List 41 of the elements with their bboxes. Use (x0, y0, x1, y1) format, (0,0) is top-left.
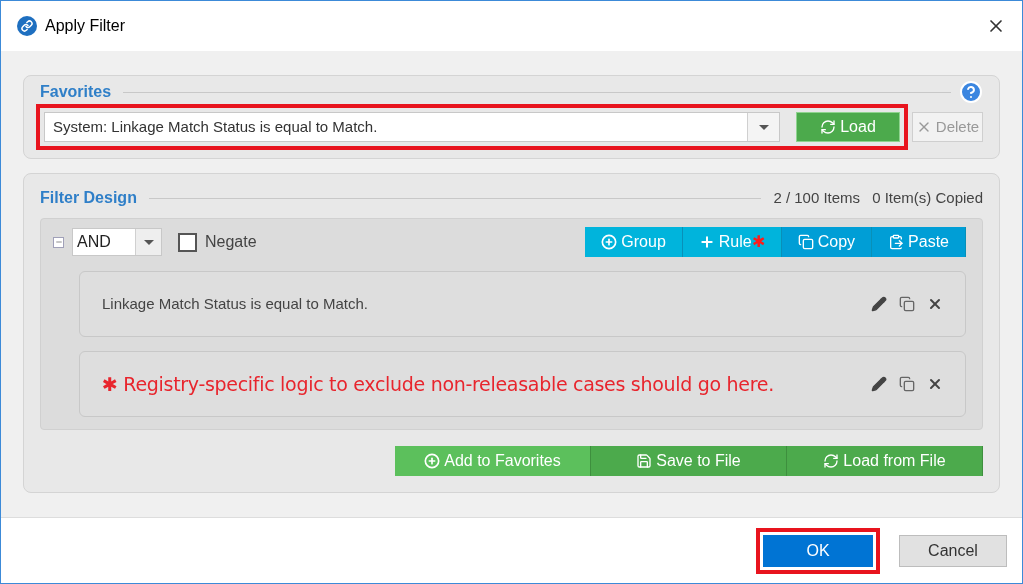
edit-icon[interactable] (871, 376, 887, 392)
favorites-dropdown[interactable]: System: Linkage Match Status is equal to Match. (44, 112, 780, 142)
placeholder-text: ✱ Registry-specific logic to exclude non-releasable cases should go here. (102, 371, 775, 397)
negate-checkbox[interactable] (178, 232, 197, 252)
rule-text: Linkage Match Status is equal to Match. (102, 293, 369, 314)
file-button[interactable]: Load from File (787, 446, 983, 476)
section-legend: Favorites (40, 80, 112, 104)
plus-circle-icon (424, 453, 441, 469)
copy-icon (797, 234, 814, 250)
operator-dropdown[interactable]: AND (72, 228, 162, 256)
link-icon (17, 16, 37, 36)
clipboard-icon (888, 234, 905, 250)
copy-icon[interactable] (899, 296, 915, 312)
plus-icon (698, 234, 715, 250)
ok-button[interactable]: OK (763, 534, 873, 567)
caret-icon (758, 124, 769, 130)
copy-icon[interactable] (899, 376, 915, 392)
file-button[interactable]: Save to File (591, 446, 787, 476)
toolbar-button[interactable]: Paste (872, 227, 966, 257)
negate-label: Negate (205, 232, 257, 252)
delete-icon[interactable] (927, 376, 943, 392)
rule-card[interactable]: ✱ Registry-specific logic to exclude non-releasable cases should go here. (79, 351, 966, 417)
help-icon[interactable] (959, 80, 983, 104)
window-title: Apply Filter (45, 16, 126, 36)
plus-circle-icon (601, 234, 618, 250)
toolbar-button[interactable]: Rule✱ (682, 227, 782, 257)
collapse-icon[interactable] (53, 236, 64, 248)
refresh-icon (823, 453, 840, 469)
cancel-button[interactable]: Cancel (899, 534, 1007, 567)
toolbar-button[interactable]: Group (585, 227, 683, 257)
refresh-icon (820, 119, 837, 135)
edit-icon[interactable] (871, 296, 887, 312)
load-button[interactable]: Load (796, 112, 900, 142)
delete-icon[interactable] (927, 296, 943, 312)
copied-count: 0 Item(s) Copied (872, 187, 983, 208)
caret-icon (143, 239, 154, 245)
section-legend: Filter Design (40, 186, 137, 210)
toolbar-button[interactable]: Copy (781, 227, 873, 257)
rule-card[interactable]: Linkage Match Status is equal to Match. (79, 271, 966, 337)
item-count: 2 / 100 Items (773, 187, 861, 208)
file-button[interactable]: Add to Favorites (395, 446, 591, 476)
